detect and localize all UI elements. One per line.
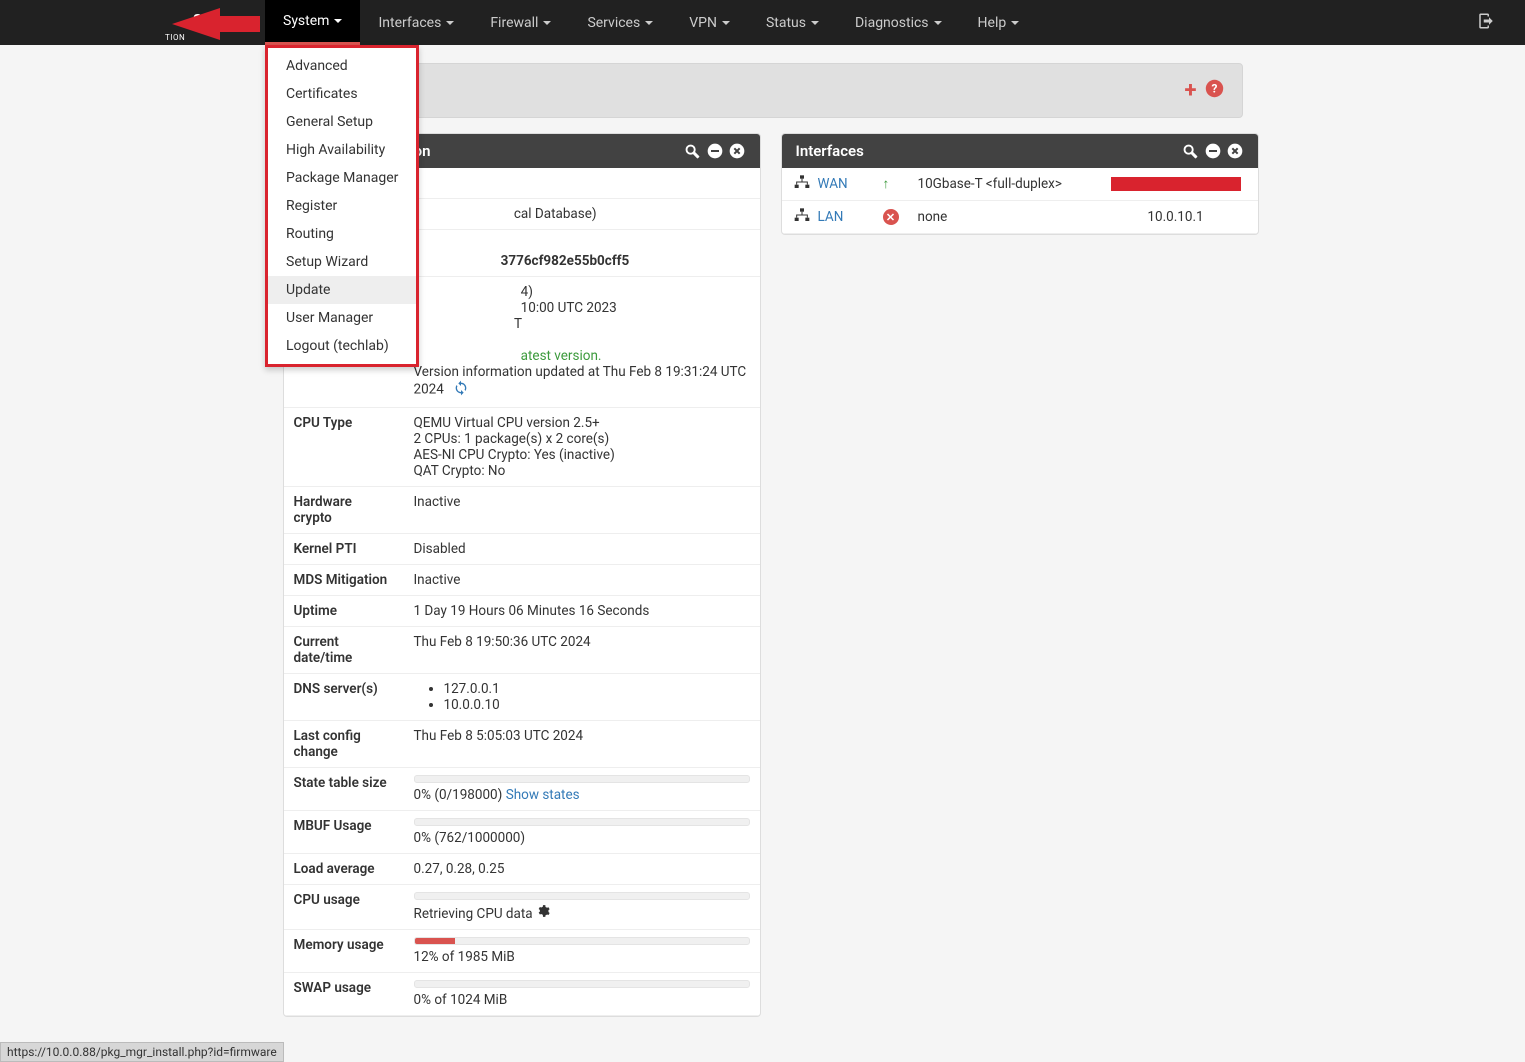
dropdown-register[interactable]: Register — [268, 192, 416, 220]
system-dropdown: Advanced Certificates General Setup High… — [265, 45, 419, 367]
nav-system[interactable]: System Advanced Certificates General Set… — [265, 0, 360, 45]
label-mbuf: MBUF Usage — [284, 811, 404, 854]
dropdown-logout[interactable]: Logout (techlab) — [268, 332, 416, 360]
label-uptime: Uptime — [284, 596, 404, 627]
dropdown-general-setup[interactable]: General Setup — [268, 108, 416, 136]
label-cpu-usage: CPU usage — [284, 885, 404, 930]
caret-icon — [1011, 21, 1019, 25]
label-cpu-type: CPU Type — [284, 408, 404, 487]
nav-diagnostics[interactable]: Diagnostics — [837, 0, 960, 45]
network-icon — [794, 208, 814, 226]
state-progress — [414, 775, 750, 783]
minimize-icon[interactable] — [1204, 142, 1222, 160]
label-datetime: Current date/time — [284, 627, 404, 674]
mbuf-progress — [414, 818, 750, 826]
label-swap: SWAP usage — [284, 973, 404, 1016]
value-cpu-usage: Retrieving CPU data — [404, 885, 760, 930]
dropdown-update[interactable]: Update — [268, 276, 416, 304]
value-mem: 12% of 1985 MiB — [404, 930, 760, 973]
interfaces-panel: Interfaces WAN ↑ 10Gbase-T <full-duplex> — [781, 133, 1259, 235]
nav-items: System Advanced Certificates General Set… — [265, 0, 1037, 45]
iface-ip: 10.0.10.1 — [1106, 209, 1246, 225]
dropdown-setup-wizard[interactable]: Setup Wizard — [268, 248, 416, 276]
iface-desc: 10Gbase-T <full-duplex> — [918, 176, 1106, 192]
value-hw-crypto: Inactive — [404, 487, 760, 534]
value-version: xxxxxxxxxxxxxxxx4) xxxxxxxxxxxxxxxx10:00… — [404, 277, 760, 408]
browser-statusbar: https://10.0.0.88/pkg_mgr_install.php?id… — [0, 1042, 284, 1062]
refresh-icon[interactable] — [453, 380, 469, 400]
nav-services[interactable]: Services — [569, 0, 671, 45]
close-icon[interactable] — [1226, 142, 1244, 160]
iface-row-wan: WAN ↑ 10Gbase-T <full-duplex> — [782, 168, 1258, 201]
label-mds: MDS Mitigation — [284, 565, 404, 596]
gear-icon — [536, 904, 550, 922]
iface-desc: none — [918, 209, 1106, 225]
add-widget-icon[interactable]: + — [1185, 78, 1197, 103]
caret-icon — [645, 21, 653, 25]
value-mds: Inactive — [404, 565, 760, 596]
cpu-progress — [414, 892, 750, 900]
caret-icon — [811, 21, 819, 25]
dropdown-routing[interactable]: Routing — [268, 220, 416, 248]
nav-label: System — [283, 13, 329, 29]
redacted-ip — [1111, 177, 1241, 191]
minimize-icon[interactable] — [706, 142, 724, 160]
status-up-icon: ↑ — [883, 176, 918, 192]
value-load: 0.27, 0.28, 0.25 — [404, 854, 760, 885]
caret-icon — [722, 21, 730, 25]
show-states-link[interactable]: Show states — [506, 787, 580, 803]
help-icon[interactable]: ? — [1205, 79, 1224, 103]
dropdown-high-availability[interactable]: High Availability — [268, 136, 416, 164]
dropdown-advanced[interactable]: Advanced — [268, 52, 416, 80]
value-user: xxxxxxxxxxxxxxxcal Database) — [404, 199, 760, 230]
mem-progress — [414, 937, 750, 945]
dropdown-package-manager[interactable]: Package Manager — [268, 164, 416, 192]
wrench-icon[interactable] — [1182, 142, 1200, 160]
nav-help[interactable]: Help — [960, 0, 1038, 45]
caret-icon — [934, 21, 942, 25]
label-mem: Memory usage — [284, 930, 404, 973]
logout-icon[interactable] — [1467, 12, 1505, 34]
top-navbar: se TION System Advanced Certificates Gen… — [0, 0, 1525, 45]
nav-status[interactable]: Status — [748, 0, 837, 45]
value-state: 0% (0/198000) Show states — [404, 768, 760, 811]
label-state: State table size — [284, 768, 404, 811]
value-swap: 0% of 1024 MiB — [404, 973, 760, 1016]
swap-progress — [414, 980, 750, 988]
wrench-icon[interactable] — [684, 142, 702, 160]
nav-vpn[interactable]: VPN — [671, 0, 748, 45]
status-down-icon: ✕ — [883, 209, 918, 226]
label-lastcfg: Last config change — [284, 721, 404, 768]
value-uptime: 1 Day 19 Hours 06 Minutes 16 Seconds — [404, 596, 760, 627]
iface-name[interactable]: WAN — [818, 176, 883, 192]
nav-interfaces[interactable]: Interfaces — [360, 0, 472, 45]
value-mbuf: 0% (762/1000000) — [404, 811, 760, 854]
panel-title: Interfaces — [796, 142, 864, 160]
label-kernel-pti: Kernel PTI — [284, 534, 404, 565]
value-kernel-pti: Disabled — [404, 534, 760, 565]
caret-icon — [543, 21, 551, 25]
caret-icon — [446, 21, 454, 25]
value-datetime: Thu Feb 8 19:50:36 UTC 2024 — [404, 627, 760, 674]
value-name — [404, 168, 760, 199]
value-lastcfg: Thu Feb 8 5:05:03 UTC 2024 — [404, 721, 760, 768]
nav-firewall[interactable]: Firewall — [472, 0, 569, 45]
caret-icon — [334, 19, 342, 23]
value-system: xxxxxxxxxxxxx3776cf982e55b0cff5 — [404, 230, 760, 277]
dropdown-certificates[interactable]: Certificates — [268, 80, 416, 108]
iface-name[interactable]: LAN — [818, 209, 883, 225]
breadcrumb-bar: Status / D + ? — [283, 63, 1243, 118]
close-icon[interactable] — [728, 142, 746, 160]
label-load: Load average — [284, 854, 404, 885]
iface-ip — [1106, 176, 1246, 192]
annotation-arrow — [172, 6, 262, 42]
iface-row-lan: LAN ✕ none 10.0.10.1 — [782, 201, 1258, 234]
svg-text:?: ? — [1211, 81, 1217, 95]
label-hw-crypto: Hardware crypto — [284, 487, 404, 534]
network-icon — [794, 175, 814, 193]
label-dns: DNS server(s) — [284, 674, 404, 721]
value-cpu-type: QEMU Virtual CPU version 2.5+ 2 CPUs: 1 … — [404, 408, 760, 487]
dropdown-user-manager[interactable]: User Manager — [268, 304, 416, 332]
value-dns: 127.0.0.1 10.0.0.10 — [404, 674, 760, 721]
